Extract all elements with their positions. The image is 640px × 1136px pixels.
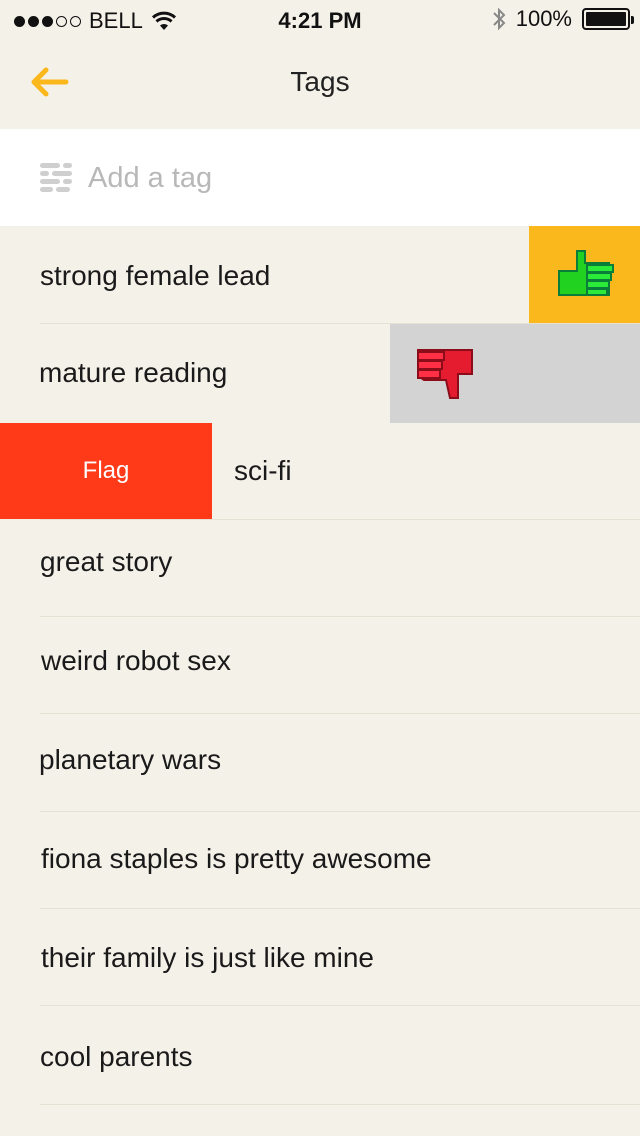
tag-label: cool parents xyxy=(40,1041,193,1072)
add-tag-bar xyxy=(0,129,640,226)
status-right: 100% xyxy=(492,6,634,32)
status-bar: BELL 4:21 PM 100% xyxy=(0,0,640,40)
tag-row[interactable]: great story xyxy=(0,520,640,617)
tag-list-icon xyxy=(40,163,72,192)
tag-label: great story xyxy=(40,546,173,577)
tag-label: strong female lead xyxy=(40,260,271,291)
battery-icon xyxy=(582,8,634,30)
tag-row[interactable]: planetary wars xyxy=(0,714,640,812)
thumbs-down-icon xyxy=(417,349,473,399)
tag-label: sci-fi xyxy=(234,455,292,486)
battery-percent: 100% xyxy=(515,6,572,31)
tag-label: planetary wars xyxy=(39,744,222,775)
like-button[interactable] xyxy=(529,226,640,323)
page-title: Tags xyxy=(290,66,350,97)
thumbs-up-icon xyxy=(558,250,614,296)
bluetooth-icon xyxy=(493,7,506,31)
nav-bar: Tags xyxy=(0,40,640,128)
tag-label: their family is just like mine xyxy=(41,942,374,973)
tag-row[interactable]: weird robot sex xyxy=(0,617,640,714)
tag-row[interactable]: fiona staples is pretty awesome xyxy=(0,812,640,909)
tag-row[interactable]: their family is just like mine xyxy=(0,909,640,1006)
flag-button[interactable]: Flag xyxy=(0,423,212,519)
tag-label: weird robot sex xyxy=(41,645,231,676)
dislike-button[interactable] xyxy=(390,324,640,423)
tag-label: mature reading xyxy=(39,357,228,388)
tag-row[interactable]: cool parents xyxy=(0,1006,640,1105)
tag-row[interactable]: strong female lead xyxy=(0,226,640,324)
tag-label: fiona staples is pretty awesome xyxy=(41,843,432,874)
add-tag-input[interactable] xyxy=(88,153,608,203)
tag-row[interactable]: mature reading xyxy=(0,324,640,423)
tag-row[interactable]: Flag sci-fi xyxy=(0,423,640,520)
